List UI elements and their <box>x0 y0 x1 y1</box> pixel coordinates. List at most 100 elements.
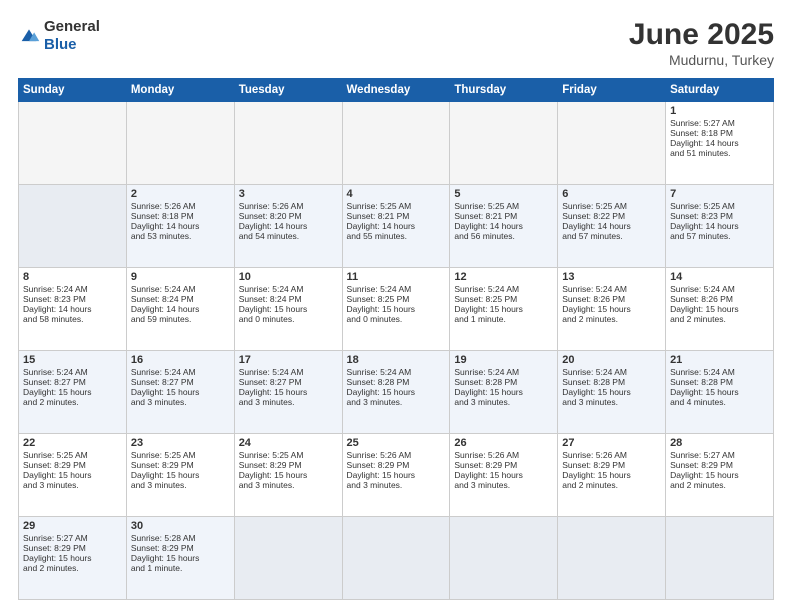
daylight-text: Daylight: 15 hours <box>23 553 122 563</box>
sunrise-text: Sunrise: 5:26 AM <box>131 201 230 211</box>
daylight-text-cont: and 2 minutes. <box>562 314 661 324</box>
calendar-week-row: 29Sunrise: 5:27 AMSunset: 8:29 PMDayligh… <box>19 517 774 600</box>
calendar-cell: 30Sunrise: 5:28 AMSunset: 8:29 PMDayligh… <box>126 517 234 600</box>
calendar-cell: 11Sunrise: 5:24 AMSunset: 8:25 PMDayligh… <box>342 268 450 351</box>
daylight-text-cont: and 55 minutes. <box>347 231 446 241</box>
daylight-text-cont: and 3 minutes. <box>239 480 338 490</box>
day-number: 11 <box>347 271 446 283</box>
sunset-text: Sunset: 8:25 PM <box>454 294 553 304</box>
day-number: 17 <box>239 354 338 366</box>
sunrise-text: Sunrise: 5:24 AM <box>131 367 230 377</box>
daylight-text-cont: and 3 minutes. <box>239 397 338 407</box>
daylight-text: Daylight: 15 hours <box>23 387 122 397</box>
logo: General Blue <box>18 18 100 54</box>
daylight-text: Daylight: 15 hours <box>239 470 338 480</box>
sunrise-text: Sunrise: 5:24 AM <box>239 284 338 294</box>
daylight-text-cont: and 3 minutes. <box>23 480 122 490</box>
day-number: 25 <box>347 437 446 449</box>
day-number: 2 <box>131 188 230 200</box>
sunset-text: Sunset: 8:27 PM <box>131 377 230 387</box>
page: General Blue June 2025 Mudurnu, Turkey S… <box>0 0 792 612</box>
sunset-text: Sunset: 8:29 PM <box>23 460 122 470</box>
header: General Blue June 2025 Mudurnu, Turkey <box>18 18 774 68</box>
weekday-header-wednesday: Wednesday <box>342 79 450 102</box>
day-number: 9 <box>131 271 230 283</box>
calendar-cell <box>558 102 666 185</box>
day-number: 13 <box>562 271 661 283</box>
day-number: 24 <box>239 437 338 449</box>
calendar-cell: 3Sunrise: 5:26 AMSunset: 8:20 PMDaylight… <box>234 185 342 268</box>
sunrise-text: Sunrise: 5:24 AM <box>239 367 338 377</box>
daylight-text: Daylight: 15 hours <box>131 553 230 563</box>
calendar-week-row: 2Sunrise: 5:26 AMSunset: 8:18 PMDaylight… <box>19 185 774 268</box>
daylight-text: Daylight: 15 hours <box>23 470 122 480</box>
day-number: 6 <box>562 188 661 200</box>
day-number: 21 <box>670 354 769 366</box>
daylight-text-cont: and 1 minute. <box>454 314 553 324</box>
sunset-text: Sunset: 8:28 PM <box>562 377 661 387</box>
calendar-cell: 21Sunrise: 5:24 AMSunset: 8:28 PMDayligh… <box>666 351 774 434</box>
day-number: 12 <box>454 271 553 283</box>
daylight-text-cont: and 2 minutes. <box>562 480 661 490</box>
day-number: 3 <box>239 188 338 200</box>
daylight-text-cont: and 56 minutes. <box>454 231 553 241</box>
calendar-cell: 10Sunrise: 5:24 AMSunset: 8:24 PMDayligh… <box>234 268 342 351</box>
sunset-text: Sunset: 8:18 PM <box>670 128 769 138</box>
sunset-text: Sunset: 8:23 PM <box>23 294 122 304</box>
daylight-text-cont: and 4 minutes. <box>670 397 769 407</box>
calendar-cell: 22Sunrise: 5:25 AMSunset: 8:29 PMDayligh… <box>19 434 127 517</box>
daylight-text: Daylight: 14 hours <box>670 138 769 148</box>
day-number: 27 <box>562 437 661 449</box>
calendar-cell <box>450 517 558 600</box>
sunset-text: Sunset: 8:29 PM <box>347 460 446 470</box>
weekday-header-row: SundayMondayTuesdayWednesdayThursdayFrid… <box>19 79 774 102</box>
day-number: 4 <box>347 188 446 200</box>
title-block: June 2025 Mudurnu, Turkey <box>629 18 774 68</box>
sunrise-text: Sunrise: 5:25 AM <box>23 450 122 460</box>
day-number: 8 <box>23 271 122 283</box>
calendar-cell <box>234 517 342 600</box>
daylight-text-cont: and 3 minutes. <box>131 480 230 490</box>
calendar-cell: 7Sunrise: 5:25 AMSunset: 8:23 PMDaylight… <box>666 185 774 268</box>
day-number: 18 <box>347 354 446 366</box>
sunrise-text: Sunrise: 5:25 AM <box>131 450 230 460</box>
sunrise-text: Sunrise: 5:26 AM <box>454 450 553 460</box>
calendar-cell: 19Sunrise: 5:24 AMSunset: 8:28 PMDayligh… <box>450 351 558 434</box>
sunset-text: Sunset: 8:29 PM <box>131 543 230 553</box>
sunrise-text: Sunrise: 5:24 AM <box>131 284 230 294</box>
sunrise-text: Sunrise: 5:24 AM <box>23 367 122 377</box>
daylight-text-cont: and 0 minutes. <box>347 314 446 324</box>
day-number: 29 <box>23 520 122 532</box>
calendar-cell <box>450 102 558 185</box>
calendar-cell <box>234 102 342 185</box>
day-number: 20 <box>562 354 661 366</box>
sunrise-text: Sunrise: 5:26 AM <box>239 201 338 211</box>
daylight-text: Daylight: 15 hours <box>562 304 661 314</box>
sunset-text: Sunset: 8:22 PM <box>562 211 661 221</box>
day-number: 23 <box>131 437 230 449</box>
weekday-header-sunday: Sunday <box>19 79 127 102</box>
sunrise-text: Sunrise: 5:28 AM <box>131 533 230 543</box>
daylight-text-cont: and 3 minutes. <box>347 397 446 407</box>
logo-general: General <box>44 18 100 35</box>
weekday-header-saturday: Saturday <box>666 79 774 102</box>
sunset-text: Sunset: 8:27 PM <box>23 377 122 387</box>
sunrise-text: Sunrise: 5:26 AM <box>347 450 446 460</box>
daylight-text-cont: and 3 minutes. <box>454 480 553 490</box>
daylight-text-cont: and 2 minutes. <box>670 480 769 490</box>
daylight-text: Daylight: 15 hours <box>670 304 769 314</box>
daylight-text: Daylight: 15 hours <box>131 387 230 397</box>
day-number: 26 <box>454 437 553 449</box>
daylight-text: Daylight: 15 hours <box>670 470 769 480</box>
sunset-text: Sunset: 8:28 PM <box>670 377 769 387</box>
day-number: 15 <box>23 354 122 366</box>
sunrise-text: Sunrise: 5:24 AM <box>670 284 769 294</box>
sunrise-text: Sunrise: 5:24 AM <box>670 367 769 377</box>
sunrise-text: Sunrise: 5:25 AM <box>562 201 661 211</box>
calendar-cell <box>558 517 666 600</box>
daylight-text-cont: and 53 minutes. <box>131 231 230 241</box>
sunset-text: Sunset: 8:24 PM <box>239 294 338 304</box>
daylight-text: Daylight: 15 hours <box>454 304 553 314</box>
daylight-text: Daylight: 15 hours <box>239 387 338 397</box>
weekday-header-monday: Monday <box>126 79 234 102</box>
